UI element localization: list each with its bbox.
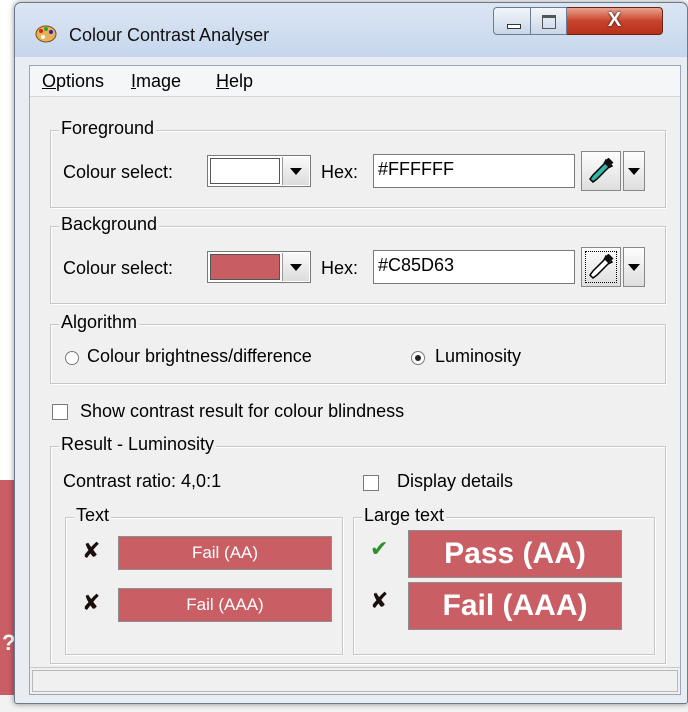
radio-luminosity-label[interactable]: Luminosity — [435, 346, 521, 367]
title-bar[interactable]: Colour Contrast Analyser X — [15, 3, 687, 57]
text-legend: Text — [74, 505, 112, 526]
check-icon — [370, 536, 388, 562]
result-group: Result - Luminosity Contrast ratio: 4,0:… — [50, 434, 666, 664]
foreground-colour-select[interactable] — [207, 155, 311, 187]
display-details-checkbox[interactable] — [363, 475, 379, 491]
background-colour-select-label: Colour select: — [63, 258, 174, 278]
client-area: Options Image Help Foreground Colour sel… — [29, 65, 681, 695]
radio-luminosity[interactable] — [411, 351, 425, 365]
palette-icon — [35, 25, 57, 43]
text-result-group: Text Fail (AA) Fail (AAA) — [65, 505, 343, 655]
app-window: Colour Contrast Analyser X Options Image… — [14, 2, 688, 704]
radio-colour-brightness-label[interactable]: Colour brightness/difference — [87, 346, 312, 367]
contrast-ratio: Contrast ratio: 4,0:1 — [63, 471, 222, 491]
window-title: Colour Contrast Analyser — [69, 25, 270, 45]
menu-image[interactable]: Image — [131, 71, 181, 92]
background-hex-label: Hex: — [321, 258, 359, 278]
radio-colour-brightness[interactable] — [65, 351, 79, 365]
menu-bar: Options Image Help — [30, 66, 680, 97]
algorithm-legend: Algorithm — [59, 312, 140, 333]
status-bar-cell — [32, 670, 678, 692]
chevron-down-icon[interactable] — [282, 253, 309, 281]
foreground-eyedropper-button[interactable] — [581, 151, 621, 191]
large-text-aa-result: Pass (AA) — [408, 530, 622, 578]
foreground-hex-label: Hex: — [321, 162, 359, 182]
colour-blindness-label[interactable]: Show contrast result for colour blindnes… — [80, 401, 404, 422]
background-legend: Background — [59, 214, 160, 235]
foreground-swatch — [210, 158, 280, 184]
maximize-button[interactable] — [531, 7, 567, 35]
background-hex-input[interactable]: #C85D63 — [373, 250, 575, 284]
foreground-picker-dropdown[interactable] — [623, 151, 645, 191]
algorithm-group: Algorithm Colour brightness/difference L… — [50, 312, 666, 384]
background-eyedropper-button[interactable] — [581, 247, 621, 287]
foreground-group: Foreground Colour select: Hex: #FFFFFF — [50, 118, 666, 208]
foreground-hex-input[interactable]: #FFFFFF — [373, 154, 575, 188]
foreground-colour-select-label: Colour select: — [63, 162, 174, 182]
background-colour-select[interactable] — [207, 251, 311, 283]
display-details-label[interactable]: Display details — [397, 471, 513, 492]
background-swatch — [210, 254, 280, 280]
text-aa-result: Fail (AA) — [118, 536, 332, 570]
cross-icon — [82, 538, 100, 564]
menu-help[interactable]: Help — [216, 71, 253, 92]
cross-icon — [370, 588, 388, 614]
result-legend: Result - Luminosity — [59, 434, 217, 455]
large-text-aaa-result: Fail (AAA) — [408, 582, 622, 630]
close-button[interactable]: X — [567, 7, 663, 35]
menu-options[interactable]: Options — [42, 71, 104, 92]
status-bar — [30, 667, 680, 694]
background-group: Background Colour select: Hex: #C85D63 — [50, 214, 666, 304]
text-aaa-result: Fail (AAA) — [118, 588, 332, 622]
minimize-button[interactable] — [493, 7, 531, 35]
eyedropper-icon — [589, 254, 614, 279]
foreground-legend: Foreground — [59, 118, 157, 139]
background-picker-dropdown[interactable] — [623, 247, 645, 287]
large-text-result-group: Large text Pass (AA) Fail (AAA) — [353, 505, 655, 655]
close-icon: X — [607, 9, 622, 31]
chevron-down-icon[interactable] — [282, 157, 309, 185]
colour-blindness-checkbox[interactable] — [52, 404, 68, 420]
eyedropper-icon — [589, 158, 614, 183]
large-text-legend: Large text — [362, 505, 447, 526]
cross-icon — [82, 590, 100, 616]
